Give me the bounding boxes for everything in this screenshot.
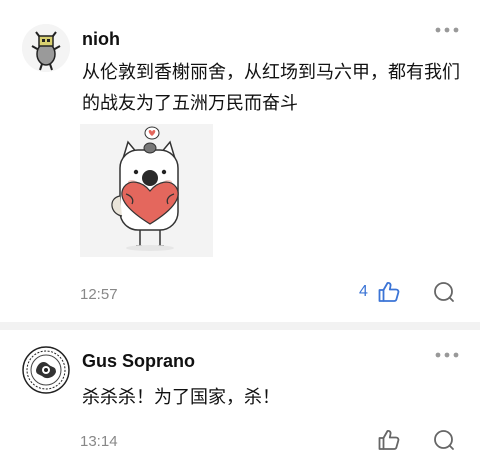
reply-bubble-icon[interactable] xyxy=(432,280,456,304)
user-avatar[interactable] xyxy=(22,346,70,394)
cartoon-character-icon xyxy=(22,24,70,72)
comment-timestamp: 13:14 xyxy=(80,433,118,450)
more-options-icon[interactable] xyxy=(434,349,460,361)
comment-item: Gus Soprano 杀杀杀！为了国家，杀！ 13:14 xyxy=(0,330,480,473)
comment-sticker[interactable] xyxy=(80,124,213,257)
dog-heart-sticker-icon xyxy=(80,124,213,257)
comment-item: nioh 从伦敦到香榭丽舍，从红场到马六甲，都有我们的战友为了五洲万民而奋斗 1… xyxy=(0,0,480,322)
comment-text: 从伦敦到香榭丽舍，从红场到马六甲，都有我们的战友为了五洲万民而奋斗 xyxy=(82,62,460,114)
comment-timestamp: 12:57 xyxy=(80,286,118,303)
ornate-emblem-icon xyxy=(22,346,70,394)
like-count: 4 xyxy=(359,283,368,300)
username[interactable]: nioh xyxy=(82,29,120,50)
username[interactable]: Gus Soprano xyxy=(82,351,195,372)
comment-text: 杀杀杀！为了国家，杀！ xyxy=(82,387,280,408)
thumbs-up-icon[interactable] xyxy=(377,280,401,304)
more-options-icon[interactable] xyxy=(434,24,460,36)
reply-bubble-icon[interactable] xyxy=(432,428,456,452)
comment-divider xyxy=(0,322,480,330)
user-avatar[interactable] xyxy=(22,24,70,72)
thumbs-up-icon[interactable] xyxy=(377,428,401,452)
